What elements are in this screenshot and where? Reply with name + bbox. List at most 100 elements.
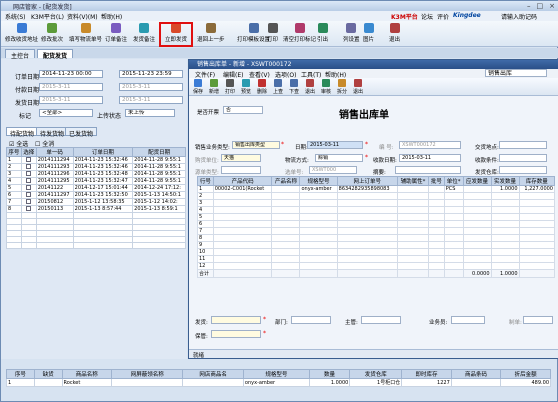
col-header[interactable]: 网屏蔽领名称 — [111, 369, 184, 379]
row-checkbox[interactable] — [26, 171, 32, 176]
biz-type-field[interactable]: 销售出库类型 — [232, 141, 280, 149]
row-checkbox[interactable] — [26, 206, 32, 211]
col-header[interactable]: 配货日期 — [132, 147, 186, 157]
col-header[interactable]: 实发数量 — [490, 176, 520, 186]
order-date-from[interactable]: 2014-11-23 00:00 — [39, 70, 103, 78]
row-checkbox[interactable] — [26, 185, 32, 190]
toolbar-button[interactable]: 修改批次 — [41, 23, 63, 45]
table-row[interactable]: 5 20141122 2014-12-17 15:01:44 2014-12-24 1… — [6, 184, 186, 192]
toolbar-button[interactable]: 填写物流单号 — [69, 23, 102, 45]
toolbar-button[interactable]: 订单备注 — [105, 23, 127, 45]
dialog-toolbar-button[interactable]: 上查 — [273, 79, 283, 95]
col-header[interactable]: 商品条码 — [450, 369, 502, 379]
table-row[interactable]: 4 — [197, 206, 556, 214]
remark-field[interactable] — [395, 166, 461, 174]
brand-input[interactable]: 请输入助记码 — [501, 12, 537, 21]
shelf-select[interactable]: 未上传 — [125, 109, 175, 117]
ship-mode-field[interactable]: 赊销 — [315, 154, 363, 162]
tab-ship[interactable]: 配货发货 — [37, 49, 74, 60]
toolbar-button[interactable]: 图片 — [363, 23, 374, 45]
type-select[interactable]: 销售出库 — [485, 69, 547, 77]
order-date-to[interactable]: 2015-11-23 23:59 — [119, 70, 183, 78]
close-icon[interactable]: × — [549, 2, 555, 10]
col-header[interactable]: 产品名称 — [271, 176, 301, 186]
dialog-toolbar-button[interactable]: 新增 — [209, 79, 219, 95]
brand-k3m[interactable]: K3M平台 — [391, 12, 418, 21]
col-header[interactable]: 即时库存 — [401, 369, 452, 379]
dialog-toolbar-button[interactable]: 下查 — [289, 79, 299, 95]
toolbar-button[interactable]: 退出 — [389, 23, 400, 45]
brand-forum[interactable]: 论坛 — [421, 12, 433, 21]
table-row[interactable]: 1 00002-C001(Rocket onyx-amber 863428293589… — [197, 185, 556, 193]
table-row[interactable]: 7 — [197, 227, 556, 235]
toolbar-button[interactable]: 打印 — [267, 23, 278, 45]
dialog-toolbar-button[interactable]: 打印 — [225, 79, 235, 95]
toolbar-button[interactable]: 清空打印标记 — [283, 23, 316, 45]
ship-date-from[interactable]: 2015-3-11 — [39, 96, 103, 104]
col-header[interactable]: 产品代码 — [212, 176, 273, 186]
col-header[interactable]: 缺货 — [33, 369, 63, 379]
menu-data[interactable]: 资料(V)(M) — [67, 12, 98, 21]
source-no-field[interactable]: XSWT000 — [309, 166, 357, 174]
table-row[interactable]: 2 2014111293 2014-11-23 15:32:46 2014-11-28… — [6, 163, 186, 171]
col-header[interactable]: 应发数量 — [462, 176, 492, 186]
dialog-toolbar-button[interactable]: 删除 — [257, 79, 267, 95]
row-checkbox[interactable] — [26, 199, 32, 204]
pay-date-from[interactable]: 2015-3-11 — [39, 83, 103, 91]
dialog-toolbar-button[interactable]: 预览 — [241, 79, 251, 95]
col-header[interactable]: 网店商品名 — [182, 369, 244, 379]
receipt-date-field[interactable]: 2015-03-11 — [399, 154, 461, 162]
toolbar-button[interactable]: 发货备注 — [133, 23, 155, 45]
minimize-icon[interactable]: – — [527, 2, 531, 10]
table-row[interactable]: 7 20150812 2015-1-12 13:58:35 2015-1-12 14:… — [6, 198, 186, 206]
ship-store-field[interactable] — [499, 166, 547, 174]
col-header[interactable]: 库存数量 — [518, 176, 556, 186]
seal-select[interactable]: 否 — [223, 106, 263, 114]
table-row[interactable]: 8 — [197, 234, 556, 242]
col-header[interactable]: 规格型号 — [299, 176, 338, 186]
terms-field[interactable] — [499, 154, 547, 162]
table-row[interactable]: 9 — [197, 241, 556, 249]
col-header[interactable]: 单位* — [443, 176, 464, 186]
maker-field[interactable] — [523, 316, 553, 324]
col-header[interactable]: 辅助属性* — [396, 176, 430, 186]
keeper-field[interactable] — [211, 330, 261, 338]
toolbar-button[interactable]: 列设置 — [343, 23, 360, 45]
table-row[interactable]: 8 20150113 2015-1-13 8:57:44 2015-1-13 8:59… — [6, 205, 186, 213]
menu-help[interactable]: 帮助(H) — [101, 12, 122, 21]
mark-select[interactable]: <全部> — [39, 109, 93, 117]
number-field[interactable]: XSWT000172 — [399, 141, 461, 149]
dialog-toolbar-button[interactable]: 保存 — [193, 79, 203, 95]
table-row[interactable]: 1 Rocket onyx-amber 1.0000 1号柜口仓 1227 489.00 — [6, 378, 551, 387]
menu-system[interactable]: 系统(S) — [5, 12, 26, 21]
date-field[interactable]: 2015-03-11 — [307, 141, 363, 149]
subtab-pending-ship[interactable]: 待发货物 — [36, 127, 69, 138]
table-row[interactable]: 4 2014111295 2014-11-23 15:32:47 2014-11-28… — [6, 177, 186, 185]
table-row[interactable]: 3 — [197, 199, 556, 207]
col-header[interactable]: 规格型号 — [242, 369, 310, 379]
ship-date-to[interactable]: 2015-3-11 — [119, 96, 183, 104]
col-header[interactable]: 订单日期 — [72, 147, 134, 157]
col-header[interactable]: 网上订单号 — [336, 176, 398, 186]
dialog-toolbar-button[interactable]: 审核 — [321, 79, 331, 95]
row-checkbox[interactable] — [26, 164, 32, 169]
brand-review[interactable]: 评价 — [437, 12, 449, 21]
toolbar-button[interactable]: 退回上一步 — [197, 23, 225, 45]
col-header[interactable]: 折后金额 — [500, 369, 551, 379]
table-row[interactable]: 5 — [197, 213, 556, 221]
table-row[interactable]: 2 — [197, 192, 556, 200]
col-header[interactable]: 发货仓库 — [349, 369, 403, 379]
ship-field[interactable] — [211, 316, 261, 324]
table-row[interactable]: 11 — [197, 255, 556, 263]
toolbar-button[interactable]: 修改收货地址 — [5, 23, 38, 45]
row-checkbox[interactable] — [26, 192, 32, 197]
col-header[interactable]: 行号 — [197, 176, 214, 186]
source-type-field[interactable] — [221, 166, 261, 174]
table-row[interactable]: 6 2014111297 2014-11-23 15:32:50 2015-1-13 … — [6, 191, 186, 199]
col-header[interactable]: 数量 — [308, 369, 351, 379]
dept-field[interactable] — [291, 316, 331, 324]
dialog-toolbar-button[interactable]: 退出 — [305, 79, 315, 95]
col-header[interactable]: 批号 — [428, 176, 445, 186]
subtab-pending-pick[interactable]: 待配货物 — [6, 127, 39, 138]
sales-field[interactable] — [451, 316, 485, 324]
